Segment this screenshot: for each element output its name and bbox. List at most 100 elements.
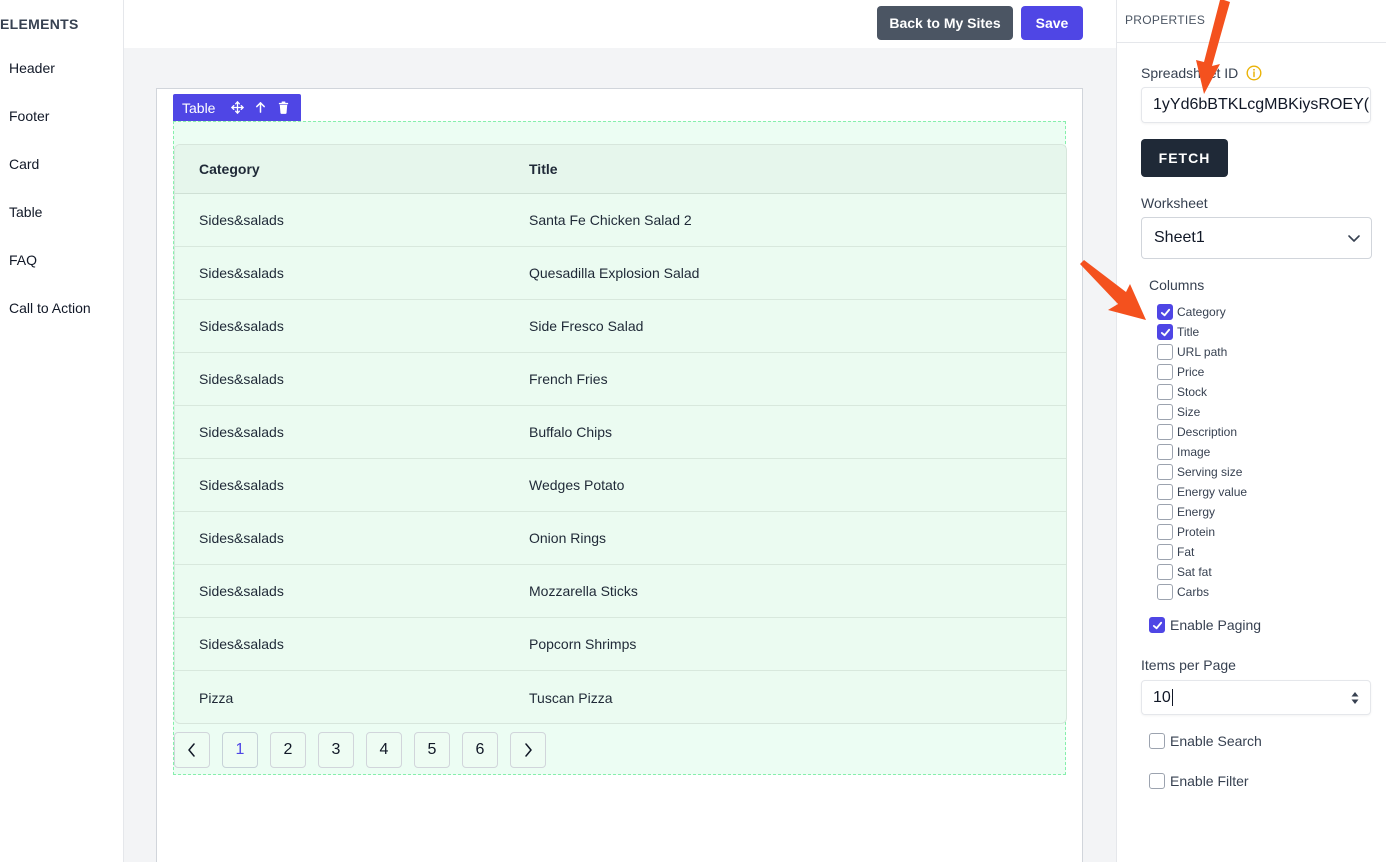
column-label: URL path [1177,345,1228,359]
column-option[interactable]: Energy value [1157,482,1247,502]
enable-paging-option[interactable]: Enable Paging [1149,617,1261,633]
sidebar-title: ELEMENTS [0,16,79,32]
editor-canvas: Table Category Title Sides&salads Santa F… [124,48,1116,862]
enable-search-option[interactable]: Enable Search [1149,733,1262,749]
back-to-my-sites-button[interactable]: Back to My Sites [877,6,1013,40]
page-button-2[interactable]: 2 [270,732,306,768]
cell-category: Sides&salads [199,424,284,440]
cell-category: Sides&salads [199,583,284,599]
page-button-3[interactable]: 3 [318,732,354,768]
column-option[interactable]: Fat [1157,542,1247,562]
page-button-1[interactable]: 1 [222,732,258,768]
column-checkbox[interactable] [1157,344,1173,360]
sidebar-item-header[interactable]: Header [9,58,91,106]
column-option[interactable]: Carbs [1157,582,1247,602]
column-checkbox[interactable] [1157,384,1173,400]
divider [1117,42,1386,43]
column-checkbox[interactable] [1157,404,1173,420]
column-checkbox[interactable] [1157,564,1173,580]
spreadsheet-id-input[interactable] [1141,87,1371,123]
enable-search-checkbox[interactable] [1149,733,1165,749]
table-row: Sides&salads Popcorn Shrimps [175,618,1066,671]
table-row: Pizza Tuscan Pizza [175,671,1066,723]
column-checkbox[interactable] [1157,464,1173,480]
items-per-page-value: 10 [1153,688,1171,706]
table-block-toolbar: Table [173,94,301,121]
page-preview: Table Category Title Sides&salads Santa F… [156,88,1083,862]
column-checkbox[interactable] [1157,324,1173,340]
column-checkbox[interactable] [1157,364,1173,380]
page-button-6[interactable]: 6 [462,732,498,768]
next-page-button[interactable] [510,732,546,768]
fetch-button[interactable]: FETCH [1141,139,1228,177]
sidebar-item-faq[interactable]: FAQ [9,250,91,298]
column-option[interactable]: Size [1157,402,1247,422]
enable-filter-option[interactable]: Enable Filter [1149,773,1249,789]
column-checkbox[interactable] [1157,424,1173,440]
trash-icon[interactable] [276,101,290,115]
cell-title: Onion Rings [529,530,607,546]
cell-category: Sides&salads [199,477,284,493]
chevron-left-icon [188,743,195,757]
enable-filter-checkbox[interactable] [1149,773,1165,789]
stepper-icon[interactable] [1350,690,1360,706]
prev-page-button[interactable] [174,732,210,768]
column-checkbox[interactable] [1157,544,1173,560]
column-label: Size [1177,405,1201,419]
enable-paging-label: Enable Paging [1170,617,1262,633]
column-checkbox[interactable] [1157,584,1173,600]
cell-title: Popcorn Shrimps [529,636,637,652]
sidebar-item-call-to-action[interactable]: Call to Action [9,298,91,346]
column-checkbox[interactable] [1157,484,1173,500]
column-option[interactable]: Serving size [1157,462,1247,482]
page-button-4[interactable]: 4 [366,732,402,768]
column-option[interactable]: Protein [1157,522,1247,542]
sidebar-item-footer[interactable]: Footer [9,106,91,154]
column-label: Serving size [1177,465,1243,479]
sidebar-item-card[interactable]: Card [9,154,91,202]
column-checkbox[interactable] [1157,524,1173,540]
worksheet-select[interactable]: Sheet1 [1141,217,1372,259]
column-option[interactable]: Title [1157,322,1247,342]
arrow-up-icon[interactable] [253,101,267,115]
save-button[interactable]: Save [1021,6,1083,40]
column-option[interactable]: Sat fat [1157,562,1247,582]
column-checkbox[interactable] [1157,444,1173,460]
column-option[interactable]: Description [1157,422,1247,442]
sidebar-list: Header Footer Card Table FAQ Call to Act… [9,58,91,346]
column-label: Protein [1177,525,1216,539]
cell-title: Mozzarella Sticks [529,583,638,599]
cell-category: Sides&salads [199,636,284,652]
sidebar-item-table[interactable]: Table [9,202,91,250]
column-option[interactable]: URL path [1157,342,1247,362]
page-button-5[interactable]: 5 [414,732,450,768]
column-label: Fat [1177,545,1195,559]
cell-category: Sides&salads [199,265,284,281]
info-icon[interactable] [1246,65,1262,81]
column-checkbox[interactable] [1157,304,1173,320]
cell-category: Sides&salads [199,318,284,334]
move-icon[interactable] [230,101,244,115]
column-option[interactable]: Price [1157,362,1247,382]
column-checkbox[interactable] [1157,504,1173,520]
properties-title: PROPERTIES [1125,13,1206,27]
pagination: 1 2 3 4 5 6 [174,732,558,768]
table-row: Sides&salads French Fries [175,353,1066,406]
column-option[interactable]: Image [1157,442,1247,462]
items-per-page-input[interactable]: 10 [1141,680,1371,715]
cell-title: Buffalo Chips [529,424,613,440]
column-label: Carbs [1177,585,1210,599]
enable-paging-checkbox[interactable] [1149,617,1165,633]
column-option[interactable]: Energy [1157,502,1247,522]
table-block[interactable]: Category Title Sides&salads Santa Fe Chic… [173,121,1067,775]
column-label: Description [1177,425,1238,439]
column-header-title: Title [529,161,558,177]
elements-sidebar: ELEMENTS Header Footer Card Table FAQ Ca… [0,0,124,862]
spreadsheet-id-label: Spreadsheet ID [1141,65,1239,81]
worksheet-label: Worksheet [1141,195,1208,211]
column-option[interactable]: Category [1157,302,1247,322]
block-type-label: Table [182,99,216,116]
chevron-right-icon [525,743,532,757]
column-option[interactable]: Stock [1157,382,1247,402]
cell-title: Wedges Potato [529,477,625,493]
